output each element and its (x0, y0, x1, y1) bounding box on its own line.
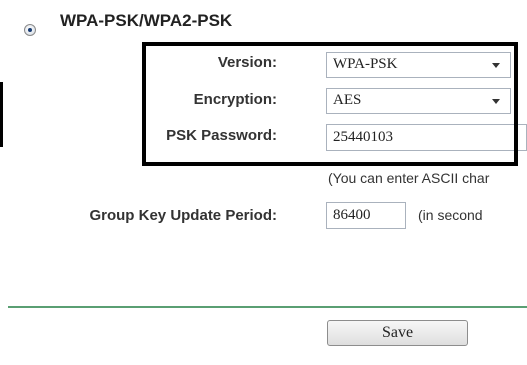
group-key-value: 86400 (333, 207, 371, 223)
left-edge-bar (0, 82, 3, 147)
group-key-input[interactable]: 86400 (326, 202, 406, 229)
group-key-unit: (in second (418, 207, 483, 223)
highlight-box (142, 42, 518, 166)
group-key-label: Group Key Update Period: (89, 207, 277, 224)
security-mode-label: WPA-PSK/WPA2-PSK (60, 11, 233, 30)
save-button[interactable]: Save (327, 320, 468, 346)
wpa-psk-radio[interactable] (24, 24, 36, 36)
psk-password-hint: (You can enter ASCII char (328, 170, 490, 186)
section-divider (8, 306, 527, 308)
